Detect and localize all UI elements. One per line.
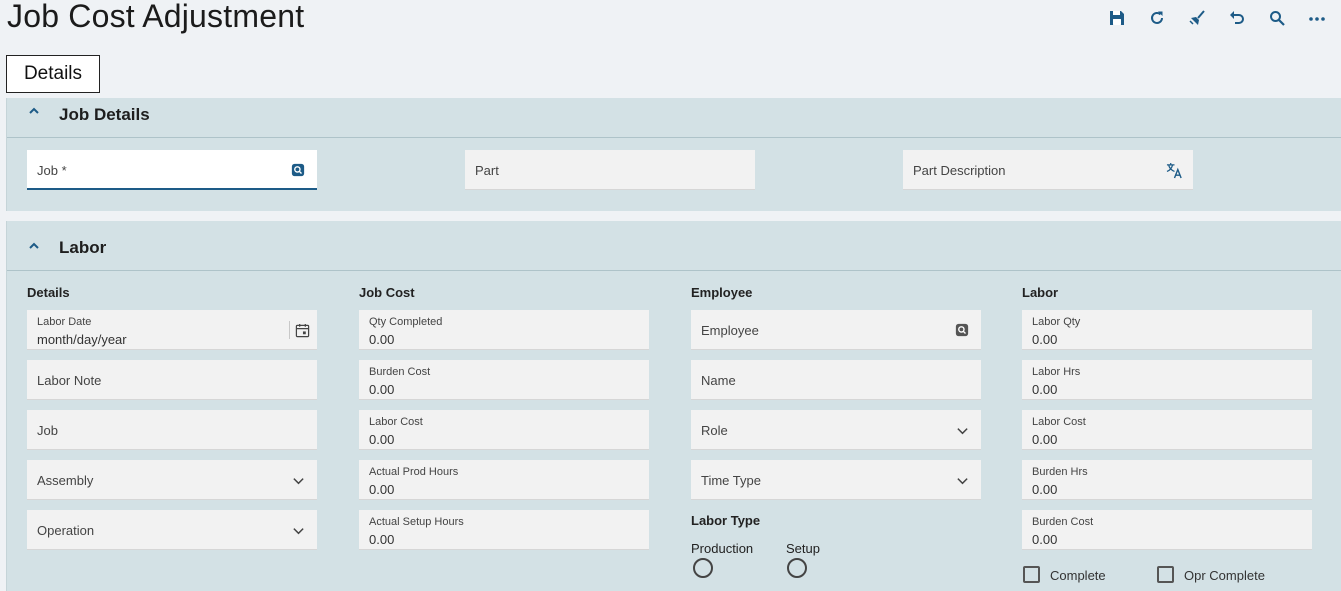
details-heading: Details	[27, 285, 70, 300]
employee-heading: Employee	[691, 285, 753, 300]
burden-hrs-field[interactable]: Burden Hrs 0.00	[1022, 460, 1312, 500]
employee-field[interactable]: Employee	[691, 310, 981, 350]
calendar-icon[interactable]	[289, 321, 311, 339]
labor-header[interactable]: Labor	[7, 221, 1341, 271]
clear-brush-icon	[1189, 10, 1205, 25]
labor-title: Labor	[59, 238, 107, 257]
labor-cost-field[interactable]: Labor Cost 0.00	[1022, 410, 1312, 450]
role-select[interactable]: Role	[691, 410, 981, 450]
translate-icon[interactable]	[1165, 161, 1183, 179]
setup-label: Setup	[786, 541, 820, 556]
refresh-icon	[1151, 11, 1163, 24]
actual-prod-hours-field[interactable]: Actual Prod Hours 0.00	[359, 460, 649, 500]
undo-button[interactable]	[1217, 6, 1257, 30]
complete-label: Complete	[1050, 568, 1106, 583]
clear-button[interactable]	[1177, 6, 1217, 30]
time-type-select[interactable]: Time Type	[691, 460, 981, 500]
job-details-title: Job Details	[59, 105, 150, 124]
opr-complete-checkbox[interactable]	[1157, 566, 1174, 583]
job-details-header[interactable]: Job Details	[7, 98, 1341, 138]
search-lookup-icon[interactable]	[953, 321, 971, 339]
labor-col-heading: Labor	[1022, 285, 1059, 300]
labor-panel: Labor Details Labor Date month/day/year …	[6, 221, 1341, 591]
job-labor-cost-field[interactable]: Labor Cost 0.00	[359, 410, 649, 450]
refresh-button[interactable]	[1137, 6, 1177, 30]
chevron-up-icon[interactable]	[27, 239, 41, 253]
labor-type-heading: Labor Type	[691, 513, 761, 528]
chevron-down-icon[interactable]	[953, 471, 971, 489]
undo-icon	[1230, 11, 1244, 24]
tab-details[interactable]: Details	[6, 55, 100, 93]
labor-job-field[interactable]: Job	[27, 410, 317, 450]
chevron-up-icon[interactable]	[27, 104, 41, 118]
chevron-down-icon[interactable]	[289, 471, 307, 489]
job-cost-heading: Job Cost	[359, 285, 415, 300]
toolbar	[1097, 6, 1337, 30]
production-radio[interactable]	[693, 558, 713, 578]
search-button[interactable]	[1257, 6, 1297, 30]
complete-checkbox[interactable]	[1023, 566, 1040, 583]
page-title: Job Cost Adjustment	[7, 0, 305, 34]
search-lookup-icon[interactable]	[289, 161, 307, 179]
labor-qty-field[interactable]: Labor Qty 0.00	[1022, 310, 1312, 350]
part-field[interactable]: Part	[465, 150, 755, 190]
part-description-field[interactable]: Part Description	[903, 150, 1193, 190]
assembly-select[interactable]: Assembly	[27, 460, 317, 500]
qty-completed-field[interactable]: Qty Completed 0.00	[359, 310, 649, 350]
labor-burden-cost-field[interactable]: Burden Cost 0.00	[1022, 510, 1312, 550]
save-button[interactable]	[1097, 6, 1137, 30]
job-field[interactable]: Job *	[27, 150, 317, 190]
labor-hrs-field[interactable]: Labor Hrs 0.00	[1022, 360, 1312, 400]
search-icon	[1270, 11, 1285, 26]
chevron-down-icon[interactable]	[289, 521, 307, 539]
setup-radio[interactable]	[787, 558, 807, 578]
save-icon	[1110, 11, 1124, 25]
opr-complete-label: Opr Complete	[1184, 568, 1265, 583]
operation-select[interactable]: Operation	[27, 510, 317, 550]
job-details-panel: Job Details Job * Part Part Description	[6, 98, 1341, 211]
more-button[interactable]	[1297, 6, 1337, 30]
labor-date-field[interactable]: Labor Date month/day/year	[27, 310, 317, 350]
name-field[interactable]: Name	[691, 360, 981, 400]
production-label: Production	[691, 541, 754, 556]
chevron-down-icon[interactable]	[953, 421, 971, 439]
actual-setup-hours-field[interactable]: Actual Setup Hours 0.00	[359, 510, 649, 550]
labor-note-field[interactable]: Labor Note	[27, 360, 317, 400]
more-icon	[1309, 17, 1325, 21]
burden-cost-field[interactable]: Burden Cost 0.00	[359, 360, 649, 400]
